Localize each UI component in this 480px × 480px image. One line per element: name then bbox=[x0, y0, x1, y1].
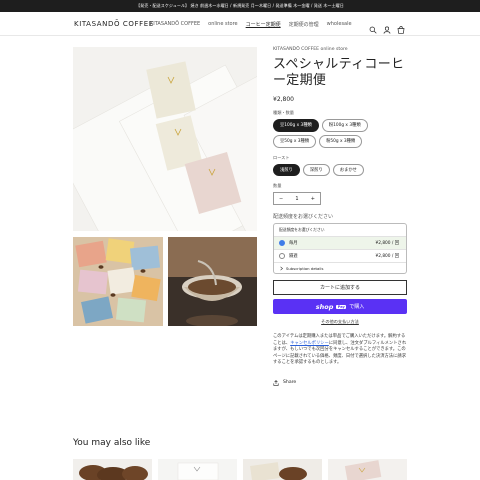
chevron-right-icon bbox=[280, 266, 283, 271]
add-to-cart-button[interactable]: カートに追加する bbox=[273, 280, 407, 296]
announcement-bar: 【発売・配送スケジュール】 焼き 前週木〜水曜日 / 新規発売 月〜木曜日 / … bbox=[0, 0, 480, 12]
quantity-label: 数量 bbox=[273, 183, 282, 189]
recommended-product-card[interactable] bbox=[73, 459, 152, 480]
shop-pay-logo: shop bbox=[315, 302, 334, 311]
share-icon bbox=[273, 380, 279, 386]
quantity-plus-button[interactable]: + bbox=[311, 196, 315, 202]
roast-label: ロースト bbox=[273, 154, 290, 160]
search-icon[interactable] bbox=[369, 19, 377, 34]
recommended-product-card[interactable] bbox=[328, 459, 407, 480]
product-thumbnail-cards[interactable] bbox=[73, 237, 163, 326]
subscription-box-title: 配送頻度をお選びください bbox=[279, 227, 325, 233]
cart-icon[interactable] bbox=[397, 19, 405, 34]
product-title: スペシャルティコーヒー定期便 bbox=[273, 57, 405, 88]
roast-option-dark[interactable]: 深煎り bbox=[302, 163, 330, 177]
recommendations-title: You may also like bbox=[73, 438, 151, 448]
recommended-product-card[interactable] bbox=[243, 459, 322, 480]
share-button[interactable]: Share bbox=[273, 380, 407, 386]
quantity-stepper: − 1 + bbox=[273, 192, 321, 206]
cancellation-policy-link[interactable]: キャンセルポリシー bbox=[290, 341, 329, 346]
subscription-option-name: 隔週 bbox=[289, 254, 298, 260]
share-label: Share bbox=[283, 380, 297, 386]
recommended-product-card[interactable] bbox=[158, 459, 237, 480]
frequency-label: 配送頻度をお選びください bbox=[273, 214, 334, 221]
header-icons bbox=[369, 19, 405, 34]
type-options: 豆100g x 3種類 粉100g x 3種類 豆50g x 3種類 粉50g … bbox=[273, 119, 407, 148]
subscription-details-label: Subscription details bbox=[286, 265, 324, 271]
nav-item-home[interactable]: KITASANDŌ COFFEE bbox=[150, 21, 200, 28]
radio-checked-icon[interactable] bbox=[279, 240, 285, 247]
roast-option-omakase[interactable]: おまかせ bbox=[332, 163, 364, 177]
subscription-option-biweekly[interactable]: 隔週 ¥2,800 / 回 bbox=[274, 249, 406, 262]
subscription-option-name: 毎月 bbox=[289, 241, 298, 247]
subscription-details-toggle[interactable]: Subscription details bbox=[274, 262, 406, 273]
type-option-beans-50g[interactable]: 豆50g x 3種類 bbox=[273, 134, 317, 148]
quantity-value[interactable]: 1 bbox=[295, 196, 298, 202]
radio-unchecked-icon[interactable] bbox=[279, 253, 285, 260]
type-option-ground-50g[interactable]: 粉50g x 3種類 bbox=[319, 134, 363, 148]
subscription-widget: 配送頻度をお選びください 毎月 ¥2,800 / 回 隔週 ¥2,800 / 回… bbox=[273, 223, 407, 275]
site-header: KITASANDŌ COFFEE KITASANDŌ COFFEE online… bbox=[0, 12, 480, 36]
account-icon[interactable] bbox=[383, 19, 391, 34]
shop-pay-button[interactable]: shop Pay で購入 bbox=[273, 299, 407, 315]
nav-item-wholesale[interactable]: wholesale bbox=[327, 21, 352, 28]
roast-option-light[interactable]: 浅煎り bbox=[273, 163, 300, 177]
type-label: 種類・数量 bbox=[273, 110, 294, 115]
nav-item-subscription[interactable]: コーヒー定期便 bbox=[246, 21, 281, 28]
quantity-minus-button[interactable]: − bbox=[279, 196, 283, 202]
product-info: KITASANDŌ COFFEE online store スペシャルティコーヒ… bbox=[273, 47, 407, 386]
shop-pay-label: で購入 bbox=[349, 304, 365, 311]
subscription-option-price: ¥2,800 / 回 bbox=[375, 241, 399, 247]
subscription-option-price: ¥2,800 / 回 bbox=[375, 254, 399, 260]
site-logo[interactable]: KITASANDŌ COFFEE bbox=[74, 20, 154, 28]
shop-pay-badge: Pay bbox=[336, 304, 347, 309]
main-nav: KITASANDŌ COFFEE online store コーヒー定期便 定期… bbox=[150, 21, 352, 28]
product-description: このアイテムは定期購入または単品でご購入いただけます。解約することは、キャンセル… bbox=[273, 334, 407, 367]
product-thumbnail-dripper[interactable] bbox=[168, 237, 257, 326]
nav-item-manage-subscription[interactable]: 定期便の管理 bbox=[289, 21, 319, 28]
roast-options: 浅煎り 深煎り おまかせ bbox=[273, 163, 407, 177]
nav-item-online-store[interactable]: online store bbox=[208, 21, 238, 28]
type-option-beans-100g[interactable]: 豆100g x 3種類 bbox=[273, 119, 319, 132]
product-main-image[interactable] bbox=[73, 47, 257, 231]
product-vendor: KITASANDŌ COFFEE online store bbox=[273, 47, 348, 52]
subscription-option-monthly[interactable]: 毎月 ¥2,800 / 回 bbox=[274, 236, 406, 250]
more-payment-options-link[interactable]: その他の支払い方法 bbox=[273, 319, 407, 325]
type-option-ground-100g[interactable]: 粉100g x 3種類 bbox=[321, 119, 368, 132]
product-price: ¥2,800 bbox=[273, 96, 294, 103]
